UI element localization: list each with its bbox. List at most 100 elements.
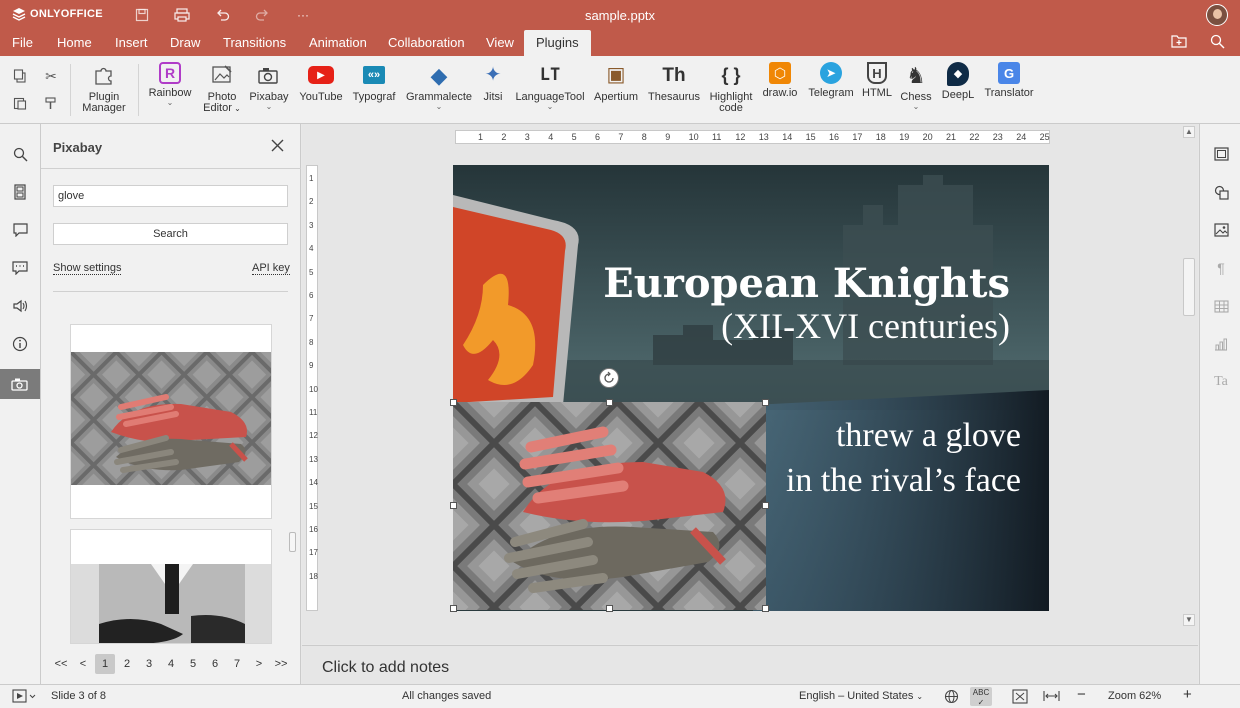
image-result[interactable] <box>70 324 272 519</box>
tab-insert[interactable]: Insert <box>115 35 148 50</box>
fit-slide-icon[interactable] <box>1012 689 1028 707</box>
spellcheck-icon[interactable]: ABC ✓ <box>970 687 992 707</box>
paste-icon[interactable] <box>10 93 30 113</box>
search-icon[interactable] <box>10 144 30 164</box>
resize-handle[interactable] <box>450 605 457 612</box>
pager-page-1[interactable]: 1 <box>95 654 115 674</box>
slideshow-play-icon[interactable] <box>12 689 36 706</box>
notes-placeholder[interactable]: Click to add notes <box>322 659 449 677</box>
plugin-apertium-button[interactable]: ▣ Apertium <box>591 62 641 103</box>
resize-handle[interactable] <box>606 605 613 612</box>
copy-style-icon[interactable] <box>41 93 61 113</box>
ruler-tick: 9 <box>309 361 314 371</box>
plugin-chess-button[interactable]: ♞ Chess ⌄ <box>897 62 935 111</box>
plugin-highlight-code-button[interactable]: { } Highlight code <box>706 62 756 114</box>
ruler-tick: 2 <box>309 197 314 207</box>
image-result[interactable] <box>70 529 272 644</box>
cut-icon[interactable]: ✂ <box>41 66 61 86</box>
image-settings-icon[interactable] <box>1211 220 1231 240</box>
table-settings-icon[interactable] <box>1211 296 1231 316</box>
zoom-level[interactable]: Zoom 62% <box>1108 690 1161 702</box>
resize-handle[interactable] <box>762 605 769 612</box>
vertical-ruler[interactable]: 1 2 3 4 5 6 7 8 9 10 11 12 13 14 15 16 17 18 <box>306 165 318 611</box>
open-location-icon[interactable] <box>1171 34 1187 52</box>
copy-icon[interactable] <box>10 66 30 86</box>
resize-handle[interactable] <box>762 399 769 406</box>
slide[interactable]: European Knights (XII-XVI centuries) thr… <box>453 165 1049 611</box>
chat-icon[interactable] <box>10 258 30 278</box>
close-icon[interactable] <box>271 136 284 157</box>
plugin-telegram-button[interactable]: ➤ Telegram <box>806 62 856 99</box>
plugin-youtube-button[interactable]: ▶ YouTube <box>298 62 344 103</box>
plugin-grammalecte-button[interactable]: ◆ Grammalecte ⌄ <box>404 62 474 111</box>
pager-page-5[interactable]: 5 <box>183 654 203 674</box>
api-key-link[interactable]: API key <box>252 262 290 275</box>
resize-handle[interactable] <box>450 502 457 509</box>
slide-subtitle[interactable]: (XII-XVI centuries) <box>453 305 1010 347</box>
slide-settings-icon[interactable] <box>1211 144 1231 164</box>
show-settings-link[interactable]: Show settings <box>53 262 122 275</box>
pager-page-6[interactable]: 6 <box>205 654 225 674</box>
plugin-pixabay-button[interactable]: Pixabay ⌄ <box>246 62 292 111</box>
plugin-jitsi-button[interactable]: ✦ Jitsi <box>477 62 509 103</box>
comments-icon[interactable] <box>10 220 30 240</box>
pager-first[interactable]: << <box>51 654 71 674</box>
resize-handle[interactable] <box>289 532 296 552</box>
resize-handle[interactable] <box>762 502 769 509</box>
rotate-icon[interactable] <box>599 368 619 388</box>
pixabay-sidebar-tab[interactable] <box>0 369 40 399</box>
notes-area[interactable]: Click to add notes <box>302 645 1198 684</box>
tab-file[interactable]: File <box>12 35 33 50</box>
resize-handle[interactable] <box>606 399 613 406</box>
chart-settings-icon[interactable] <box>1211 334 1231 354</box>
scroll-down-icon[interactable]: ▼ <box>1183 614 1195 626</box>
search-button[interactable]: Search <box>53 223 288 245</box>
plugin-html-button[interactable]: H HTML <box>860 62 894 99</box>
inserted-glove-image[interactable] <box>453 402 766 610</box>
tab-animation[interactable]: Animation <box>309 35 367 50</box>
plugin-translator-button[interactable]: G Translator <box>982 62 1036 99</box>
zoom-out-icon[interactable]: − <box>1077 686 1086 703</box>
tab-collaboration[interactable]: Collaboration <box>388 35 465 50</box>
pager-page-7[interactable]: 7 <box>227 654 247 674</box>
pager-last[interactable]: >> <box>271 654 291 674</box>
plugin-thesaurus-button[interactable]: Th Thesaurus <box>645 62 703 103</box>
paragraph-settings-icon[interactable]: ¶ <box>1211 258 1231 278</box>
plugin-typograf-button[interactable]: «» Typograf <box>351 62 397 103</box>
tab-view[interactable]: View <box>486 35 514 50</box>
scroll-up-icon[interactable]: ▲ <box>1183 126 1195 138</box>
plugin-photo-editor-button[interactable]: Photo Editor ⌄ <box>199 62 245 114</box>
pager-prev[interactable]: < <box>73 654 93 674</box>
horizontal-ruler[interactable]: 1 2 3 4 5 6 7 8 9 10 11 12 13 14 15 16 17 18 19 20 21 22 23 24 2… <box>455 130 1050 144</box>
tab-transitions[interactable]: Transitions <box>223 35 286 50</box>
text-art-settings-icon[interactable]: Ta <box>1211 372 1231 392</box>
right-sidebar: ¶ Ta <box>1199 124 1240 684</box>
tab-plugins[interactable]: Plugins <box>524 30 591 56</box>
shape-settings-icon[interactable] <box>1211 182 1231 202</box>
plugin-manager-button[interactable]: Plugin Manager <box>80 62 128 114</box>
plugin-deepl-button[interactable]: ◆ DeepL <box>938 62 978 101</box>
tab-home[interactable]: Home <box>57 35 92 50</box>
speaker-icon[interactable] <box>10 296 30 316</box>
resize-handle[interactable] <box>450 399 457 406</box>
fit-width-icon[interactable] <box>1043 689 1060 706</box>
tab-draw[interactable]: Draw <box>170 35 200 50</box>
vertical-scrollbar-thumb[interactable] <box>1183 258 1195 316</box>
info-icon[interactable] <box>10 334 30 354</box>
user-avatar[interactable] <box>1206 4 1228 26</box>
pager-page-3[interactable]: 3 <box>139 654 159 674</box>
plugin-drawio-button[interactable]: ⬡ draw.io <box>758 62 802 99</box>
plugin-languagetool-button[interactable]: LT LanguageTool ⌄ <box>513 62 587 111</box>
plugin-rainbow-button[interactable]: R Rainbow ⌄ <box>146 62 194 107</box>
language-selector[interactable]: English – United States ⌄ <box>799 690 923 702</box>
pager-page-4[interactable]: 4 <box>161 654 181 674</box>
globe-icon[interactable] <box>944 689 959 707</box>
pager-next[interactable]: > <box>249 654 269 674</box>
pager-page-2[interactable]: 2 <box>117 654 137 674</box>
slide-title[interactable]: European Knights <box>453 260 1010 307</box>
slides-icon[interactable] <box>10 182 30 202</box>
search-input[interactable] <box>53 185 288 207</box>
search-icon[interactable] <box>1210 34 1225 53</box>
zoom-in-icon[interactable]: + <box>1183 686 1192 703</box>
ruler-tick: 6 <box>595 132 601 142</box>
